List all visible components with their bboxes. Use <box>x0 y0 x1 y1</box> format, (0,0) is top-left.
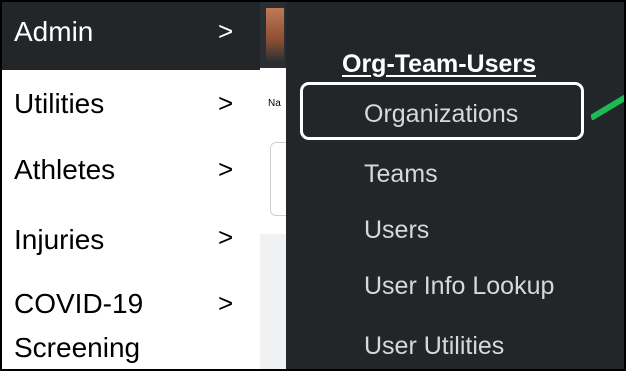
screenshot-frame: Admin > Utilities > Athletes > Injuries … <box>0 0 626 371</box>
menu-item-athletes[interactable]: Athletes > <box>2 134 260 202</box>
menu-item-admin[interactable]: Admin > <box>2 2 260 70</box>
menu-item-label: Admin <box>14 16 94 47</box>
submenu-item-user-info-lookup[interactable]: User Info Lookup <box>364 272 554 301</box>
page-footer-fragment <box>260 234 286 369</box>
organizations-highlight-box <box>300 82 584 140</box>
page-label-fragment: Na <box>268 98 281 109</box>
chevron-right-icon: > <box>218 16 234 46</box>
submenu-item-user-utilities[interactable]: User Utilities <box>364 332 504 361</box>
avatar <box>266 8 284 62</box>
menu-item-label: Injuries <box>14 224 105 255</box>
submenu-item-users[interactable]: Users <box>364 216 429 245</box>
chevron-right-icon: > <box>218 288 234 318</box>
submenu-heading[interactable]: Org-Team-Users <box>342 50 536 79</box>
admin-submenu: Org-Team-Users Organizations Teams Users… <box>286 2 624 369</box>
menu-item-label: Utilities <box>14 88 105 119</box>
chevron-right-icon: > <box>218 222 234 252</box>
left-menu: Admin > Utilities > Athletes > Injuries … <box>2 2 260 369</box>
page-content-fragment: Na <box>260 2 302 369</box>
green-arrow-icon <box>591 94 624 120</box>
menu-item-label: Athletes <box>14 154 116 185</box>
chevron-right-icon: > <box>218 88 234 118</box>
menu-item-label: COVID-19 <box>14 288 144 319</box>
menu-item-covid-screening[interactable]: COVID-19 Screening > <box>2 268 260 369</box>
menu-item-utilities[interactable]: Utilities > <box>2 70 260 134</box>
submenu-item-teams[interactable]: Teams <box>364 160 438 189</box>
page-header-fragment <box>260 2 286 68</box>
chevron-right-icon: > <box>218 154 234 184</box>
menu-item-injuries[interactable]: Injuries > <box>2 202 260 268</box>
menu-item-label-line2: Screening <box>14 332 141 363</box>
